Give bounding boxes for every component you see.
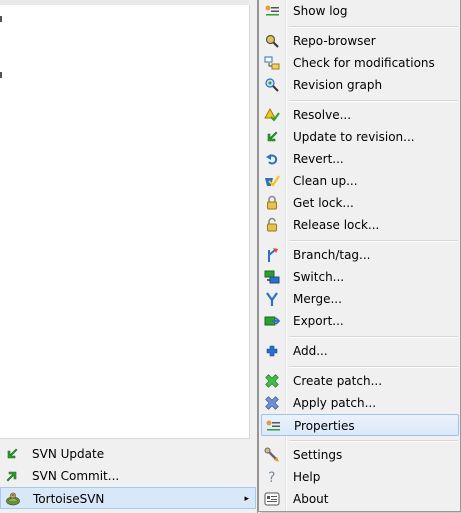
export-icon [264, 313, 280, 329]
menu-item-get-lock[interactable]: Get lock... [261, 192, 459, 214]
revert-icon [264, 151, 280, 167]
menu-item-label: TortoiseSVN [33, 492, 105, 506]
menu-item-revert[interactable]: Revert... [261, 148, 459, 170]
settings-icon [264, 447, 280, 463]
switch-icon [264, 269, 280, 285]
menu-separator [289, 440, 458, 442]
submenu-arrow-icon: ▸ [244, 494, 249, 504]
menu-item-branch-tag[interactable]: Branch/tag... [261, 244, 459, 266]
menu-item-revision-graph[interactable]: Revision graph [261, 74, 459, 96]
menu-separator [289, 26, 458, 28]
menu-separator [289, 100, 458, 102]
menu-item-label: Create patch... [293, 374, 383, 388]
menu-item-check-modifications[interactable]: Check for modifications [261, 52, 459, 74]
tortoisesvn-icon [5, 491, 21, 507]
menu-separator [289, 240, 458, 242]
menu-item-svn-commit[interactable]: SVN Commit... [0, 465, 256, 487]
context-menu-screen: SVN Update SVN Commit... TortoiseSVN ▸ S… [0, 0, 461, 513]
menu-item-label: Switch... [293, 270, 345, 284]
menu-item-tortoisesvn[interactable]: TortoiseSVN ▸ [0, 487, 256, 509]
menu-separator [289, 366, 458, 368]
edge-mark [0, 72, 2, 78]
menu-item-help[interactable]: ? Help [261, 466, 459, 488]
check-modifications-icon [264, 55, 280, 71]
menu-item-apply-patch[interactable]: Apply patch... [261, 392, 459, 414]
clean-up-icon [264, 173, 280, 189]
menu-item-merge[interactable]: Merge... [261, 288, 459, 310]
resolve-icon [264, 107, 280, 123]
menu-item-label: Branch/tag... [293, 248, 371, 262]
menu-item-export[interactable]: Export... [261, 310, 459, 332]
menu-item-svn-update[interactable]: SVN Update [0, 443, 256, 465]
explorer-context-menu: SVN Update SVN Commit... TortoiseSVN ▸ [0, 0, 258, 513]
menu-item-create-patch[interactable]: Create patch... [261, 370, 459, 392]
svn-commit-icon [4, 468, 20, 484]
menu-item-label: Update to revision... [293, 130, 415, 144]
menu-item-label: Get lock... [293, 196, 354, 210]
menu-item-label: Merge... [293, 292, 342, 306]
create-patch-icon [264, 373, 280, 389]
menu-item-repo-browser[interactable]: Repo-browser [261, 30, 459, 52]
apply-patch-icon [264, 395, 280, 411]
revision-graph-icon [264, 77, 280, 93]
merge-icon [264, 291, 280, 307]
properties-icon [265, 418, 281, 434]
tortoisesvn-submenu: Show log Repo-browser Check for modifica… [258, 0, 461, 512]
menu-item-label: Repo-browser [293, 34, 376, 48]
menu-item-label: Apply patch... [293, 396, 377, 410]
context-menu-items: SVN Update SVN Commit... TortoiseSVN ▸ [0, 443, 256, 509]
update-to-revision-icon [264, 129, 280, 145]
menu-item-label: Export... [293, 314, 344, 328]
menu-item-about[interactable]: About [261, 488, 459, 510]
menu-item-label: Add... [293, 344, 328, 358]
menu-item-resolve[interactable]: Resolve... [261, 104, 459, 126]
menu-item-label: Settings [293, 448, 343, 462]
menu-item-label: Clean up... [293, 174, 358, 188]
menu-item-label: Show log [293, 4, 348, 18]
menu-item-label: Release lock... [293, 218, 380, 232]
help-icon: ? [264, 469, 280, 485]
menu-item-release-lock[interactable]: Release lock... [261, 214, 459, 236]
menu-item-label: Revision graph [293, 78, 383, 92]
release-lock-icon [264, 217, 280, 233]
background-window-area [0, 5, 250, 439]
menu-item-label: Help [293, 470, 321, 484]
svn-update-icon [4, 446, 20, 462]
menu-item-label: Revert... [293, 152, 344, 166]
edge-mark [0, 16, 2, 22]
menu-item-clean-up[interactable]: Clean up... [261, 170, 459, 192]
menu-item-add[interactable]: Add... [261, 340, 459, 362]
add-icon [264, 343, 280, 359]
menu-item-label: SVN Commit... [32, 469, 120, 483]
svg-text:?: ? [268, 470, 275, 485]
repo-browser-icon [264, 33, 280, 49]
menu-item-label: Resolve... [293, 108, 352, 122]
menu-item-label: Check for modifications [293, 56, 435, 70]
menu-item-label: About [293, 492, 329, 506]
menu-item-properties[interactable]: Properties [261, 414, 459, 436]
menu-item-update-to-revision[interactable]: Update to revision... [261, 126, 459, 148]
menu-separator [289, 336, 458, 338]
menu-item-show-log[interactable]: Show log [261, 0, 459, 22]
menu-item-switch[interactable]: Switch... [261, 266, 459, 288]
menu-item-label: Properties [294, 419, 355, 433]
show-log-icon [264, 3, 280, 19]
branch-tag-icon [264, 247, 280, 263]
menu-item-label: SVN Update [32, 447, 105, 461]
get-lock-icon [264, 195, 280, 211]
about-icon [264, 491, 280, 507]
menu-item-settings[interactable]: Settings [261, 444, 459, 466]
